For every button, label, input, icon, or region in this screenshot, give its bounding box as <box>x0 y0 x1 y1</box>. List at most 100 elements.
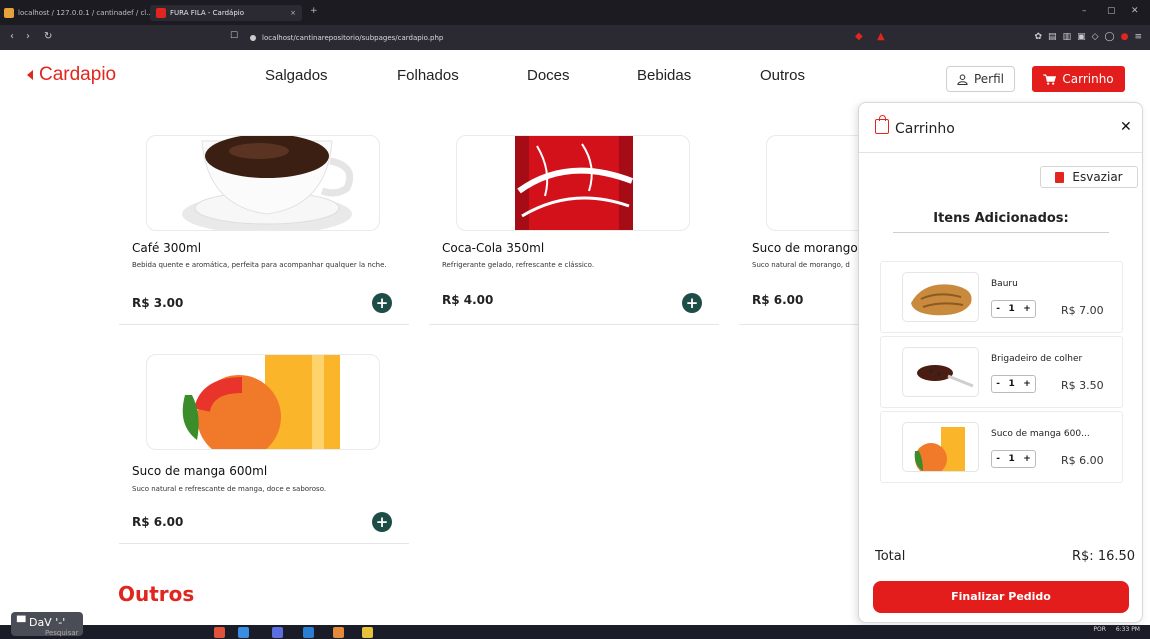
cart-item: Bauru - 1 + R$ 7.00 <box>880 261 1123 333</box>
nav-folhados[interactable]: Folhados <box>397 67 459 84</box>
taskbar-app-icon[interactable] <box>214 627 225 638</box>
decrease-button[interactable]: - <box>996 304 1000 314</box>
plus-icon: + <box>685 294 699 312</box>
product-image-suco-manga <box>146 354 380 450</box>
quantity-value: 1 <box>1008 379 1015 389</box>
product-image-cafe <box>146 135 380 231</box>
cart-title: Carrinho <box>895 121 955 137</box>
product-image-suco-morango <box>766 135 858 231</box>
product-description: Bebida quente e aromática, perfeita para… <box>132 261 387 269</box>
add-to-cart-button[interactable]: + <box>372 293 392 313</box>
increase-button[interactable]: + <box>1023 304 1031 314</box>
site-info-icon[interactable] <box>250 34 256 41</box>
cart-icon <box>1043 73 1057 85</box>
product-card: Suco de morango Suco natural de morango,… <box>739 135 858 325</box>
taskbar-search[interactable]: Pesquisar <box>45 629 79 637</box>
new-tab-icon[interactable]: + <box>310 6 318 16</box>
add-to-cart-button[interactable]: + <box>372 512 392 532</box>
taskbar-app-icon[interactable] <box>362 627 373 638</box>
chevron-left-icon <box>27 70 33 80</box>
nav-salgados[interactable]: Salgados <box>265 67 328 84</box>
wallet-icon[interactable]: ▣ <box>1077 32 1086 42</box>
trash-icon <box>1055 171 1065 183</box>
quantity-stepper: - 1 + <box>991 300 1036 318</box>
cart-item-thumb-bauru <box>902 272 979 322</box>
taskbar-app-icon[interactable] <box>333 627 344 638</box>
chat-icon: ▀ <box>17 616 26 629</box>
cart-item-thumb-brigadeiro <box>902 347 979 397</box>
product-card: Café 300ml Bebida quente e aromática, pe… <box>119 135 409 325</box>
cart-item-price: R$ 3.50 <box>1061 379 1104 392</box>
perfil-button[interactable]: Perfil <box>946 66 1015 92</box>
cart-drawer: Carrinho ✕ Esvaziar Itens Adicionados: B… <box>858 102 1143 623</box>
close-tab-icon[interactable]: × <box>290 9 296 17</box>
minimize-icon[interactable]: – <box>1082 6 1087 16</box>
nav-bebidas[interactable]: Bebidas <box>637 67 691 84</box>
vpn-icon[interactable]: ◯ <box>1105 32 1115 42</box>
product-description: Refrigerante gelado, refrescante e cláss… <box>442 261 595 269</box>
cart-item: Suco de manga 600... - 1 + R$ 6.00 <box>880 411 1123 483</box>
browser-tab-bar: localhost / 127.0.0.1 / cantinadef / cl.… <box>0 0 1150 25</box>
toolbar-icons: ✿ ▤ ▥ ▣ ◇ ◯ ● ≡ <box>1035 32 1143 42</box>
increase-button[interactable]: + <box>1023 379 1031 389</box>
close-icon[interactable]: ✕ <box>1120 119 1132 135</box>
add-to-cart-button[interactable]: + <box>682 293 702 313</box>
cart-items-heading: Itens Adicionados: <box>893 211 1109 233</box>
section-title-outros: Outros <box>118 582 195 606</box>
browser-tab-cardapio[interactable]: FURA FILA - Cardápio × <box>150 5 302 21</box>
rewards-icon[interactable]: ▲ <box>877 31 885 42</box>
product-price: R$ 6.00 <box>132 515 184 529</box>
total-label: Total <box>875 549 906 564</box>
maximize-icon[interactable]: ▢ <box>1107 6 1116 16</box>
cart-item-price: R$ 6.00 <box>1061 454 1104 467</box>
product-name: Suco de manga 600ml <box>132 464 268 478</box>
increase-button[interactable]: + <box>1023 454 1031 464</box>
nav-outros[interactable]: Outros <box>760 67 805 84</box>
extensions-icon[interactable]: ✿ <box>1035 32 1043 42</box>
url-field[interactable]: localhost/cantinarepositorio/subpages/ca… <box>250 30 443 45</box>
decrease-button[interactable]: - <box>996 379 1000 389</box>
taskbar-app-icon[interactable] <box>238 627 249 638</box>
reload-icon[interactable]: ↻ <box>44 31 52 42</box>
taskbar-app-icon[interactable] <box>272 627 283 638</box>
quantity-stepper: - 1 + <box>991 450 1036 468</box>
brand-back-link[interactable]: Cardapio <box>27 64 116 86</box>
forward-icon[interactable]: › <box>26 31 30 42</box>
cart-item-name: Brigadeiro de colher <box>991 354 1083 364</box>
nav-doces[interactable]: Doces <box>527 67 570 84</box>
system-tray: POR 6:33 PM <box>1093 626 1140 633</box>
product-name: Coca-Cola 350ml <box>442 241 545 255</box>
shopping-bag-icon <box>875 115 889 134</box>
product-price: R$ 4.00 <box>442 293 494 307</box>
cart-item-price: R$ 7.00 <box>1061 304 1104 317</box>
reader-icon[interactable]: ▤ <box>1048 32 1057 42</box>
back-icon[interactable]: ‹ <box>10 31 14 42</box>
browser-tab-phpmyadmin[interactable]: localhost / 127.0.0.1 / cantinadef / cl.… <box>4 5 153 21</box>
site-header: Cardapio Salgados Folhados Doces Bebidas… <box>0 50 1150 105</box>
cart-item-name: Bauru <box>991 279 1018 289</box>
plus-icon: + <box>375 513 389 531</box>
plus-icon: + <box>375 294 389 312</box>
cart-item: Brigadeiro de colher - 1 + R$ 3.50 <box>880 336 1123 408</box>
product-description: Suco natural e refrescante de manga, doc… <box>132 485 327 493</box>
product-name: Café 300ml <box>132 241 202 255</box>
sidebar-icon[interactable]: ▥ <box>1063 32 1072 42</box>
quantity-stepper: - 1 + <box>991 375 1036 393</box>
user-icon <box>957 73 968 85</box>
cart-item-thumb-suco-manga <box>902 422 979 472</box>
carrinho-button[interactable]: Carrinho <box>1032 66 1125 92</box>
profile-icon[interactable]: ● <box>1121 32 1129 42</box>
close-window-icon[interactable]: ✕ <box>1131 6 1139 16</box>
vscode-icon[interactable] <box>303 627 314 638</box>
cart-header: Carrinho ✕ <box>859 103 1142 153</box>
bookmark-icon[interactable]: ☐ <box>230 31 238 41</box>
decrease-button[interactable]: - <box>996 454 1000 464</box>
menu-icon[interactable]: ≡ <box>1134 32 1142 42</box>
product-price: R$ 6.00 <box>752 293 804 307</box>
share-icon[interactable]: ◇ <box>1092 32 1099 42</box>
cart-item-name: Suco de manga 600... <box>991 429 1090 439</box>
finalizar-pedido-button[interactable]: Finalizar Pedido <box>873 581 1129 613</box>
brave-shield-icon[interactable]: ◆ <box>855 31 863 42</box>
product-name: Suco de morango <box>752 241 858 255</box>
esvaziar-button[interactable]: Esvaziar <box>1040 166 1138 188</box>
